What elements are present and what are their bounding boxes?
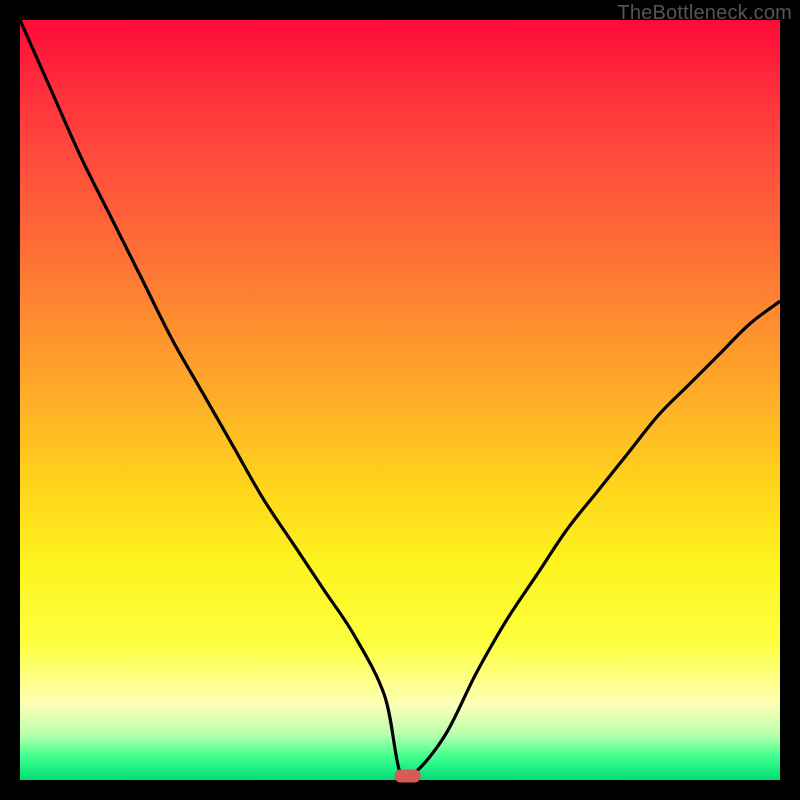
plot-area [20,20,780,780]
min-marker [395,770,421,783]
watermark-text: TheBottleneck.com [617,2,792,25]
bottleneck-curve [20,20,780,780]
curve-path [20,20,780,780]
chart-frame: TheBottleneck.com [0,0,800,800]
